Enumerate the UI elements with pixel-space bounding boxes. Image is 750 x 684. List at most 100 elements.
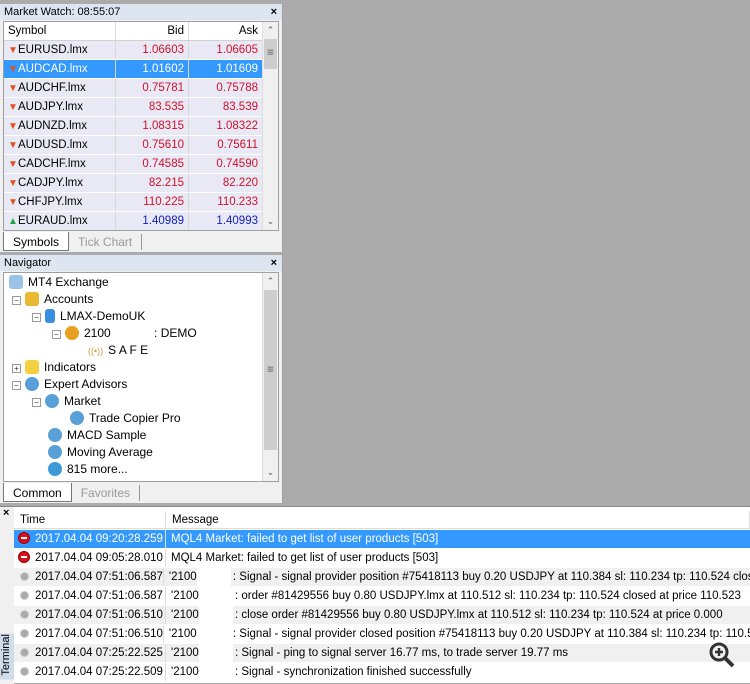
timestamp: 2017.04.04 07:51:06.510 xyxy=(35,609,163,621)
account-prefix: '2100 xyxy=(171,647,199,659)
journal-row[interactable]: 2017.04.04 07:25:22.509 '2100: Signal - s… xyxy=(14,663,750,682)
bid-price: 1.06603 xyxy=(116,41,189,59)
symbol-row[interactable]: ▼EURUSD.lmx 1.06603 1.06605 xyxy=(4,41,278,60)
symbol-row[interactable]: ▼AUDCHF.lmx 0.75781 0.75788 xyxy=(4,79,278,98)
ask-price: 1.01609 xyxy=(189,60,263,78)
symbol-row[interactable]: ▼CADCHF.lmx 0.74585 0.74590 xyxy=(4,155,278,174)
symbol-name: AUDNZD.lmx xyxy=(18,120,87,132)
account-prefix: '2100 xyxy=(171,666,199,678)
tab-tick-chart[interactable]: Tick Chart xyxy=(69,234,143,250)
arrow-down-icon: ▼ xyxy=(8,64,18,75)
tree-item-macd-sample[interactable]: MACD Sample xyxy=(48,427,146,444)
column-bid[interactable]: Bid xyxy=(116,22,189,40)
scrollbar[interactable]: ⌃ ≡ ⌄ xyxy=(262,273,278,481)
close-icon[interactable]: × xyxy=(0,507,14,519)
zoom-in-icon[interactable] xyxy=(708,641,736,669)
ask-price: 82.220 xyxy=(189,174,263,192)
tree-item-market[interactable]: − Market xyxy=(32,393,101,410)
journal-row[interactable]: 2017.04.04 07:51:06.587 '2100: order #814… xyxy=(14,587,750,606)
symbol-name: AUDJPY.lmx xyxy=(18,101,83,113)
info-dot-icon xyxy=(20,572,29,581)
close-icon[interactable]: × xyxy=(271,4,277,20)
arrow-down-icon: ▼ xyxy=(8,45,18,56)
scroll-thumb[interactable]: ≡ xyxy=(264,39,277,69)
collapse-icon[interactable]: − xyxy=(12,381,21,390)
message-text: : close order #81429556 buy 0.80 USDJPY.… xyxy=(235,609,723,621)
ask-price: 1.08322 xyxy=(189,117,263,135)
symbol-row[interactable]: ▼AUDUSD.lmx 0.75610 0.75611 xyxy=(4,136,278,155)
tree-item-accounts[interactable]: − Accounts xyxy=(12,291,93,308)
signal-icon: ((•)) xyxy=(88,346,104,356)
collapse-icon[interactable]: − xyxy=(32,398,41,407)
timestamp: 2017.04.04 09:20:28.259 xyxy=(35,533,163,545)
symbol-row[interactable]: ▼CADJPY.lmx 82.215 82.220 xyxy=(4,174,278,193)
tab-favorites[interactable]: Favorites xyxy=(72,485,141,501)
server-icon xyxy=(45,309,55,323)
bid-price: 1.01602 xyxy=(116,60,189,78)
tree-item-expert-advisors[interactable]: − Expert Advisors xyxy=(12,376,127,393)
bid-price: 83.535 xyxy=(116,98,189,116)
terminal-sidebar: × Terminal xyxy=(0,507,14,684)
symbol-row[interactable]: ▼AUDNZD.lmx 1.08315 1.08322 xyxy=(4,117,278,136)
scroll-thumb[interactable]: ≡ xyxy=(264,290,277,450)
scroll-down-icon[interactable]: ⌄ xyxy=(263,213,278,230)
tree-item-server[interactable]: − LMAX-DemoUK xyxy=(32,308,145,325)
message-text: : Signal - signal provider closed positi… xyxy=(232,628,750,640)
ask-price: 1.40993 xyxy=(189,212,263,230)
collapse-icon[interactable]: − xyxy=(12,296,21,305)
symbol-name: AUDUSD.lmx xyxy=(18,139,88,151)
journal-row[interactable]: 2017.04.04 07:51:06.510 '2100: close orde… xyxy=(14,606,750,625)
journal-row[interactable]: 2017.04.04 09:05:28.010 MQL4 Market: fail… xyxy=(14,549,750,568)
info-dot-icon xyxy=(20,648,29,657)
tree-item-moving-average[interactable]: Moving Average xyxy=(48,444,153,461)
symbol-row[interactable]: ▲EURAUD.lmx 1.40989 1.40993 xyxy=(4,212,278,230)
tab-common[interactable]: Common xyxy=(3,483,72,502)
journal-row[interactable]: 2017.04.04 07:25:22.525 '2100: Signal - p… xyxy=(14,644,750,663)
accounts-icon xyxy=(25,292,39,306)
table-header: Symbol Bid Ask xyxy=(4,22,278,41)
symbol-name: CADCHF.lmx xyxy=(18,158,86,170)
column-message[interactable]: Message xyxy=(166,511,750,528)
account-prefix: '2100 xyxy=(168,628,197,640)
close-icon[interactable]: × xyxy=(271,255,277,271)
tree-item-trade-copier-pro[interactable]: Trade Copier Pro xyxy=(70,410,181,427)
info-dot-icon xyxy=(20,629,29,638)
message-text: MQL4 Market: failed to get list of user … xyxy=(171,533,439,545)
arrow-down-icon: ▼ xyxy=(8,83,18,94)
tree-item-mt4-exchange[interactable]: MT4 Exchange xyxy=(9,274,109,291)
scroll-down-icon[interactable]: ⌄ xyxy=(263,464,278,481)
expand-icon[interactable]: + xyxy=(12,364,21,373)
scrollbar[interactable]: ⌃ ≡ ⌄ xyxy=(262,22,278,230)
journal-row[interactable]: 2017.04.04 07:51:06.510 '2100: Signal - s… xyxy=(14,625,750,644)
arrow-down-icon: ▼ xyxy=(8,102,18,113)
symbol-row[interactable]: ▼AUDCAD.lmx 1.01602 1.01609 xyxy=(4,60,278,79)
column-time[interactable]: Time xyxy=(14,511,166,528)
globe-icon xyxy=(48,462,62,476)
tree-item-more[interactable]: 815 more... xyxy=(48,461,128,478)
column-ask[interactable]: Ask xyxy=(189,22,263,40)
tree-item-account[interactable]: −2100 : DEMO xyxy=(52,325,197,342)
tab-symbols[interactable]: Symbols xyxy=(3,232,70,251)
tree-item-signal[interactable]: ((•)) S A F E xyxy=(88,342,148,359)
ask-price: 83.539 xyxy=(189,98,263,116)
column-symbol[interactable]: Symbol xyxy=(4,22,116,40)
account-prefix: '2100 xyxy=(168,571,197,583)
tree-item-indicators[interactable]: + Indicators xyxy=(12,359,96,376)
journal-row[interactable]: 2017.04.04 07:51:06.587 '2100: Signal - s… xyxy=(14,568,750,587)
collapse-icon[interactable]: − xyxy=(32,313,41,322)
scroll-up-icon[interactable]: ⌃ xyxy=(263,273,278,290)
market-watch-tabs: Symbols Tick Chart xyxy=(3,232,143,251)
collapse-icon[interactable]: − xyxy=(52,330,61,339)
expert-icon xyxy=(45,394,59,408)
symbol-row[interactable]: ▼CHFJPY.lmx 110.225 110.233 xyxy=(4,193,278,212)
symbol-name: CADJPY.lmx xyxy=(18,177,83,189)
symbol-name: EURUSD.lmx xyxy=(18,44,88,56)
arrow-down-icon: ▼ xyxy=(8,178,18,189)
indicators-icon xyxy=(25,360,39,374)
journal-row[interactable]: 2017.04.04 09:20:28.259 MQL4 Market: fail… xyxy=(14,530,750,549)
symbol-row[interactable]: ▼AUDJPY.lmx 83.535 83.539 xyxy=(4,98,278,117)
message-text: MQL4 Market: failed to get list of user … xyxy=(171,552,439,564)
message-text: : Signal - synchronization finished succ… xyxy=(235,666,472,678)
journal-header: Time Message xyxy=(14,511,750,529)
scroll-up-icon[interactable]: ⌃ xyxy=(263,22,278,39)
